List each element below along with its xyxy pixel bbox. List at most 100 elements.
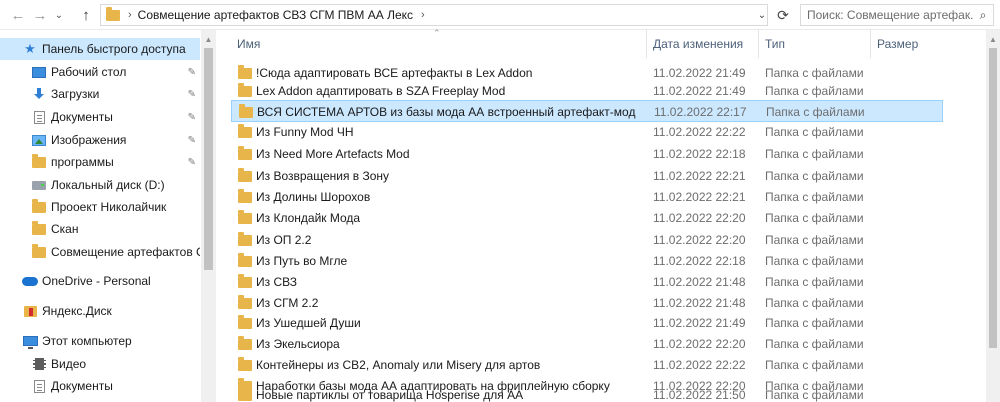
sidebar-item-project-nikolaichik[interactable]: Прооект Николайчик [0, 196, 200, 218]
folder-icon [238, 168, 252, 185]
address-dropdown-chevron-icon[interactable]: ⌄ [752, 4, 772, 26]
list-item[interactable]: Из Возвращения в Зону 11.02.2022 22:21 П… [231, 165, 943, 187]
list-item[interactable]: Из Funny Mod ЧН 11.02.2022 22:22 Папка с… [231, 121, 943, 143]
column-header-label: Тип [765, 37, 786, 51]
breadcrumb-chevron-icon[interactable]: › [128, 9, 132, 21]
list-item[interactable]: Новые партиклы от товарища Hosperise для… [231, 386, 943, 402]
file-type: Папка с файлами [765, 316, 864, 330]
list-item[interactable]: Из Need More Artefacts Mod 11.02.2022 22… [231, 143, 943, 165]
column-header-name[interactable]: Имя [231, 30, 647, 58]
column-header-label: Размер [877, 37, 919, 51]
file-list-scroll-thumb[interactable] [989, 48, 997, 348]
documents-icon [31, 110, 47, 124]
breadcrumb-chevron-icon[interactable]: › [421, 9, 425, 21]
forward-arrow-icon[interactable]: → [30, 4, 50, 26]
folder-icon [238, 253, 252, 270]
folder-icon [31, 153, 47, 169]
sidebar-item-downloads[interactable]: Загрузки ✎ [0, 83, 200, 105]
list-item[interactable]: Из Путь во Мгле 11.02.2022 22:18 Папка с… [231, 250, 943, 272]
search-box[interactable]: Поиск: Совмещение артефак... ⌕ [800, 4, 994, 26]
sidebar-item-label: Загрузки [51, 87, 100, 101]
sidebar-item-label: Документы [51, 379, 113, 393]
up-arrow-icon[interactable]: ↑ [76, 4, 96, 26]
sidebar-item-programs[interactable]: программы ✎ [0, 151, 200, 173]
list-item[interactable]: Контейнеры из СВ2, Anomaly или Misery дл… [231, 354, 943, 376]
file-type: Папка с файлами [765, 254, 864, 268]
recent-locations-chevron-icon[interactable]: ⌄ [52, 4, 66, 26]
sidebar-scroll-thumb[interactable] [204, 48, 213, 270]
list-item[interactable]: Из Ушедшей Души 11.02.2022 21:49 Папка с… [231, 312, 943, 334]
file-name: Из СГМ 2.2 [256, 296, 319, 310]
navigation-pane: ★ Панель быстрого доступа Рабочий стол ✎… [0, 30, 216, 402]
list-item[interactable]: Из СВЗ 11.02.2022 21:48 Папка с файлами [231, 271, 943, 293]
refresh-icon[interactable]: ⟳ [772, 4, 794, 26]
sidebar-item-pc-documents[interactable]: Документы [0, 375, 200, 397]
list-item[interactable]: Из Экельсиора 11.02.2022 22:20 Папка с ф… [231, 333, 943, 355]
back-arrow-icon[interactable]: ← [8, 4, 28, 26]
file-type: Папка с файлами [765, 296, 864, 310]
file-type: Папка с файлами [765, 147, 864, 161]
list-item[interactable]: Из СГМ 2.2 11.02.2022 21:48 Папка с файл… [231, 292, 943, 314]
pin-icon[interactable]: ✎ [188, 157, 196, 168]
file-date: 11.02.2022 21:49 [653, 84, 746, 98]
sidebar-item-artifacts-folder[interactable]: Совмещение артефактов СВЗ [0, 241, 200, 263]
sidebar-item-label: Документы [51, 110, 113, 124]
navigation-bar: ← → ⌄ ↑ › Совмещение артефактов СВЗ СГМ … [0, 0, 1000, 30]
sidebar-item-label: Прооект Николайчик [51, 200, 167, 214]
drive-icon [31, 178, 47, 192]
folder-icon [238, 146, 252, 163]
file-name: Новые партиклы от товарища Hosperise для… [256, 388, 524, 402]
file-list: ⌃ Имя Дата изменения Тип Размер !Сюда ад… [216, 28, 986, 402]
file-list-scrollbar[interactable]: ▲ [986, 30, 1000, 402]
list-item[interactable]: Lex Addon адаптировать в SZA Freeplay Mo… [231, 80, 943, 102]
sidebar-item-label: Совмещение артефактов СВЗ [51, 245, 200, 259]
file-name: Из Клондайк Мода [256, 211, 361, 225]
sidebar-item-this-pc[interactable]: Этот компьютер [0, 330, 200, 352]
onedrive-icon [22, 274, 38, 288]
sidebar-item-yandex-disk[interactable]: Яндекс.Диск [0, 300, 200, 322]
yandex-disk-icon [22, 304, 38, 318]
file-date: 11.02.2022 22:22 [653, 358, 746, 372]
sidebar-item-video[interactable]: Видео [0, 353, 200, 375]
sidebar-item-desktop[interactable]: Рабочий стол ✎ [0, 61, 200, 83]
folder-icon [238, 315, 252, 332]
scroll-up-icon[interactable]: ▲ [986, 32, 1000, 46]
pin-icon[interactable]: ✎ [188, 112, 196, 123]
column-header-date[interactable]: Дата изменения [647, 30, 759, 58]
pin-icon[interactable]: ✎ [188, 89, 196, 100]
list-item[interactable]: Из ОП 2.2 11.02.2022 22:20 Папка с файла… [231, 229, 943, 251]
scroll-up-icon[interactable]: ▲ [201, 32, 216, 46]
list-item[interactable]: Из Долины Шорохов 11.02.2022 22:21 Папка… [231, 186, 943, 208]
sidebar-item-documents[interactable]: Документы ✎ [0, 106, 200, 128]
sidebar-item-onedrive[interactable]: OneDrive - Personal [0, 270, 200, 292]
breadcrumb-path[interactable]: Совмещение артефактов СВЗ СГМ ПВМ АА Лек… [138, 8, 413, 22]
list-item-selected[interactable]: ВСЯ СИСТЕМА АРТОВ из базы мода АА встрое… [231, 100, 943, 122]
sidebar-item-scan[interactable]: Скан [0, 218, 200, 240]
sidebar-item-quick-access[interactable]: ★ Панель быстрого доступа [0, 38, 200, 60]
column-header-size[interactable]: Размер [871, 30, 986, 58]
desktop-icon [31, 65, 47, 79]
sidebar-item-label: Этот компьютер [42, 334, 132, 348]
file-name: Из СВЗ [256, 275, 297, 289]
address-bar[interactable]: › Совмещение артефактов СВЗ СГМ ПВМ АА Л… [100, 4, 768, 26]
sidebar-item-pictures[interactable]: Изображения ✎ [0, 129, 200, 151]
pin-icon[interactable]: ✎ [188, 135, 196, 146]
sidebar-scrollbar[interactable]: ▲ [201, 30, 216, 402]
column-header-label: Имя [237, 37, 261, 51]
folder-icon [238, 210, 252, 227]
file-date: 11.02.2022 22:20 [653, 337, 746, 351]
sidebar-item-local-disk-d[interactable]: Локальный диск (D:) [0, 174, 200, 196]
file-name: Из ОП 2.2 [256, 233, 312, 247]
pin-icon[interactable]: ✎ [188, 67, 196, 78]
file-date: 11.02.2022 22:22 [653, 125, 746, 139]
file-name: Из Путь во Мгле [256, 254, 348, 268]
column-header-type[interactable]: Тип [759, 30, 871, 58]
list-item[interactable]: Из Клондайк Мода 11.02.2022 22:20 Папка … [231, 207, 943, 229]
file-name: Контейнеры из СВ2, Anomaly или Misery дл… [256, 358, 541, 372]
search-input[interactable]: Поиск: Совмещение артефак... [807, 8, 973, 22]
sidebar-item-label: Локальный диск (D:) [51, 178, 165, 192]
sidebar-item-label: Видео [51, 357, 87, 371]
file-type: Папка с файлами [766, 105, 865, 119]
file-name: Из Долины Шорохов [256, 190, 371, 204]
search-icon[interactable]: ⌕ [973, 8, 993, 23]
